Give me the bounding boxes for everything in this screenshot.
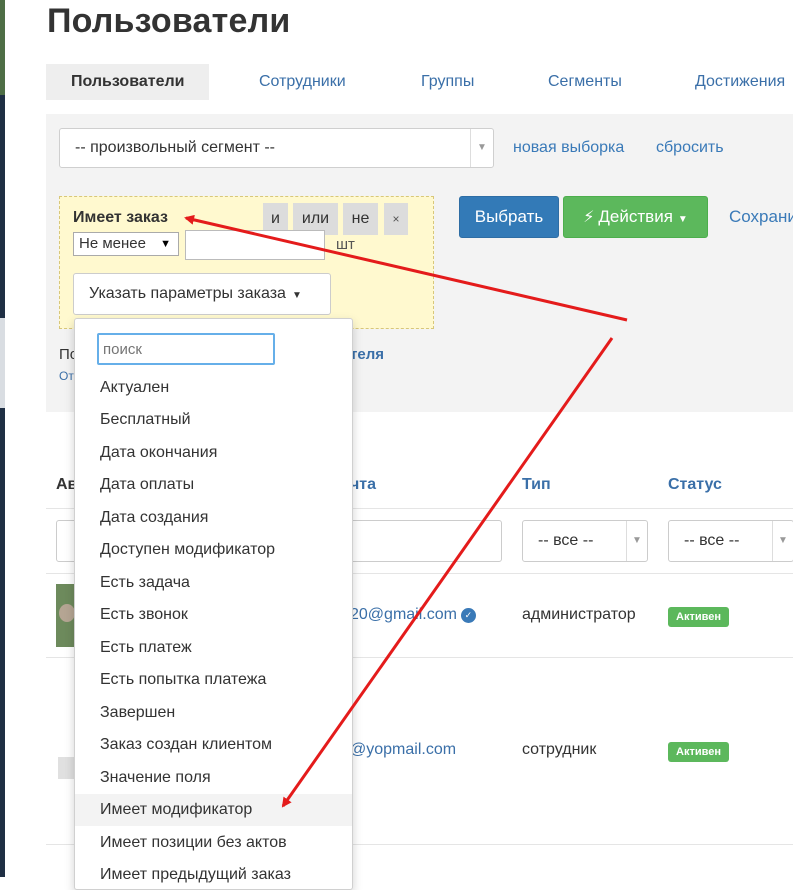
condition-title: Имеет заказ: [73, 209, 168, 226]
tab-employees[interactable]: Сотрудники: [259, 64, 346, 100]
caret-down-icon: ▼: [160, 238, 171, 250]
status-filter-value: -- все --: [684, 532, 740, 549]
left-window-edge: [0, 0, 5, 877]
tab-groups[interactable]: Группы: [421, 64, 474, 100]
order-params-dropdown: Актуален Бесплатный Дата окончания Дата …: [74, 318, 353, 890]
dropdown-item[interactable]: Имеет предыдущий заказ: [75, 859, 352, 889]
tab-achievements[interactable]: Достижения: [695, 64, 785, 100]
tab-bar: Пользователи Сотрудники Группы Сегменты …: [46, 64, 793, 100]
chevron-down-icon: ▼: [772, 521, 793, 561]
operator-select[interactable]: Не менее ▼: [73, 232, 179, 256]
table-row-email[interactable]: @yopmail.com: [350, 741, 456, 759]
background-image-edge-2: [0, 318, 5, 408]
filter-summary-line2[interactable]: От: [59, 369, 74, 383]
dropdown-item[interactable]: Дата окончания: [75, 437, 352, 469]
order-params-button[interactable]: Указать параметры заказа ▼: [73, 273, 331, 315]
dropdown-item[interactable]: Завершен: [75, 697, 352, 729]
page-title: Пользователи: [47, 2, 291, 40]
dropdown-item[interactable]: Имеет позиции без актов: [75, 827, 352, 859]
dropdown-item[interactable]: Дата оплаты: [75, 469, 352, 501]
segment-select-value: -- произвольный сегмент --: [75, 139, 275, 156]
dropdown-item[interactable]: Дата создания: [75, 502, 352, 534]
tab-segments[interactable]: Сегменты: [548, 64, 622, 100]
filter-summary-end[interactable]: теля: [350, 346, 384, 363]
chevron-down-icon: ▼: [470, 129, 493, 167]
dropdown-item[interactable]: Есть платеж: [75, 632, 352, 664]
dropdown-item[interactable]: Есть звонок: [75, 599, 352, 631]
dropdown-item[interactable]: Бесплатный: [75, 404, 352, 436]
col-email-header[interactable]: чта: [350, 476, 376, 494]
unit-label: шт: [336, 236, 355, 253]
table-row-type: сотрудник: [522, 741, 597, 758]
lightning-icon: ⚡: [583, 209, 595, 226]
segment-select[interactable]: -- произвольный сегмент -- ▼: [59, 128, 494, 168]
dropdown-item[interactable]: Доступен модификатор: [75, 534, 352, 566]
status-filter-select[interactable]: -- все -- ▼: [668, 520, 793, 562]
operator-select-value: Не менее: [79, 235, 146, 252]
dropdown-item[interactable]: Актуален: [75, 372, 352, 404]
col-type-header[interactable]: Тип: [522, 476, 551, 494]
close-icon[interactable]: ×: [384, 203, 408, 235]
save-link[interactable]: Сохрани: [729, 207, 793, 227]
reset-link[interactable]: сбросить: [656, 139, 724, 157]
caret-down-icon: ▼: [291, 290, 302, 301]
check-circle-icon: ✓: [460, 608, 476, 623]
col-status-header[interactable]: Статус: [668, 476, 722, 494]
type-filter-value: -- все --: [538, 532, 594, 549]
background-image-edge: [0, 0, 5, 95]
table-row-email[interactable]: 20@gmail.com ✓: [350, 606, 476, 624]
status-badge: Активен: [668, 742, 729, 762]
order-params-label: Указать параметры заказа: [89, 285, 286, 302]
new-selection-link[interactable]: новая выборка: [513, 139, 624, 157]
not-button[interactable]: не: [343, 203, 378, 235]
dropdown-item[interactable]: Значение поля: [75, 762, 352, 794]
dropdown-item-highlighted[interactable]: Имеет модификатор: [75, 794, 352, 826]
select-button[interactable]: Выбрать: [459, 196, 559, 238]
dropdown-search-input[interactable]: [97, 333, 275, 365]
dropdown-item[interactable]: Есть попытка платежа: [75, 664, 352, 696]
count-input[interactable]: [185, 230, 325, 260]
type-filter-select[interactable]: -- все -- ▼: [522, 520, 648, 562]
caret-down-icon: ▼: [677, 214, 688, 225]
actions-label: Действия: [598, 207, 673, 226]
tab-users[interactable]: Пользователи: [46, 64, 210, 100]
status-badge: Активен: [668, 607, 729, 627]
actions-button[interactable]: ⚡ Действия ▼: [563, 196, 708, 238]
chevron-down-icon: ▼: [626, 521, 647, 561]
dropdown-item[interactable]: Заказ создан клиентом: [75, 729, 352, 761]
table-row-type: администратор: [522, 606, 636, 623]
dropdown-item[interactable]: Есть задача: [75, 567, 352, 599]
